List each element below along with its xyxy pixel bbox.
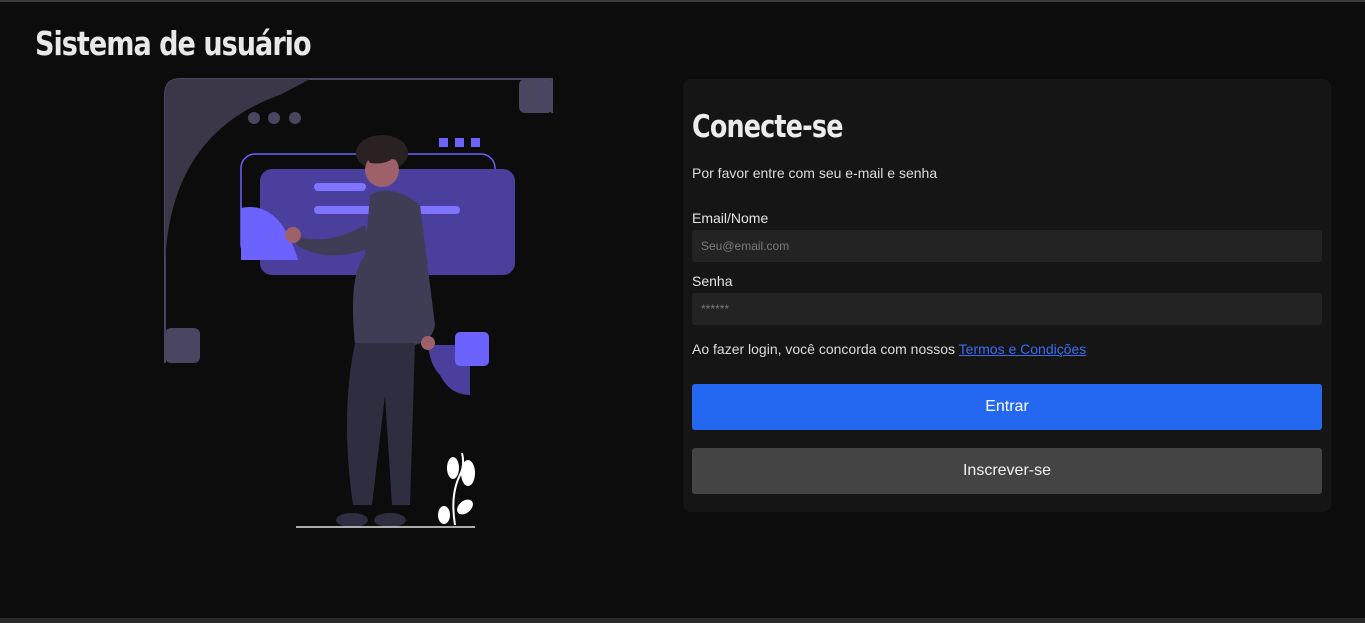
terms-notice: Ao fazer login, você concorda com nossos… [692, 341, 1086, 357]
login-illustration [164, 78, 553, 528]
signup-button[interactable]: Inscrever-se [692, 448, 1322, 494]
login-card: Conecte-se Por favor entre com seu e-mai… [683, 79, 1331, 512]
login-title: Conecte-se [692, 109, 843, 145]
app-title: Sistema de usuário [35, 24, 312, 63]
top-border [0, 0, 1365, 2]
password-label: Senha [692, 273, 733, 289]
login-button[interactable]: Entrar [692, 384, 1322, 430]
email-label: Email/Nome [692, 210, 769, 226]
email-field[interactable] [692, 230, 1322, 262]
login-subtitle: Por favor entre com seu e-mail e senha [692, 165, 938, 181]
terms-text: Ao fazer login, você concorda com nossos [692, 341, 959, 357]
password-field[interactable] [692, 293, 1322, 325]
terms-link[interactable]: Termos e Condições [959, 341, 1087, 357]
bottom-border [0, 618, 1365, 623]
